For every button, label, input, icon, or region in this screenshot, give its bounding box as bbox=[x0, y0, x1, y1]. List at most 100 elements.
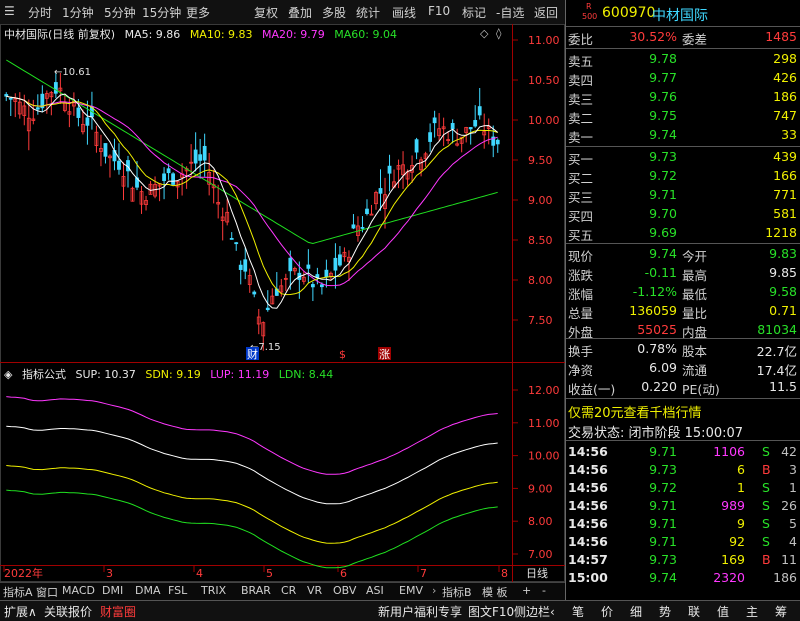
expand-button[interactable]: 扩展∧ bbox=[4, 603, 37, 620]
tick-time: 14:56 bbox=[568, 534, 608, 549]
ask-volume: 298 bbox=[773, 51, 797, 66]
candle-body bbox=[193, 149, 198, 164]
btn-f10[interactable]: F10 bbox=[428, 4, 450, 18]
indicator-tab[interactable]: DMA bbox=[135, 584, 161, 597]
bid-row: 买五 9.69 1218 bbox=[566, 224, 800, 243]
indicator-tab[interactable]: EMV bbox=[399, 584, 423, 597]
btn-overlay[interactable]: 叠加 bbox=[288, 4, 312, 21]
promo-row[interactable]: 仅需20元查看千档行情 bbox=[566, 401, 800, 421]
settings-diamond-icon[interactable]: ◇ bbox=[480, 27, 488, 40]
indicator-tab[interactable]: OBV bbox=[333, 584, 356, 597]
indicator-tab[interactable]: VR bbox=[307, 584, 322, 597]
side-tool-button[interactable]: 价 bbox=[601, 603, 613, 620]
side-tool-button[interactable]: 主 bbox=[746, 603, 758, 620]
event-marker-label[interactable]: $ bbox=[339, 348, 346, 361]
side-tool-button[interactable]: 筹 bbox=[775, 603, 787, 620]
period-label[interactable]: 日线 bbox=[526, 566, 548, 580]
ask-label: 卖一 bbox=[568, 130, 594, 145]
indicator-tab[interactable]: BRAR bbox=[241, 584, 271, 597]
related-quotes-button[interactable]: 关联报价 bbox=[44, 603, 92, 620]
indicator-tab[interactable]: FSL bbox=[168, 584, 187, 597]
indicator-tab[interactable]: DMI bbox=[102, 584, 123, 597]
side-tool-button[interactable]: 势 bbox=[659, 603, 671, 620]
stat-value: -0.11 bbox=[644, 265, 677, 280]
price-tick: 8.50 bbox=[528, 234, 553, 247]
indicator-tab-right[interactable]: + bbox=[522, 584, 531, 597]
tab-more[interactable]: 更多 bbox=[186, 4, 210, 21]
indicator-tab[interactable]: TRIX bbox=[201, 584, 226, 597]
tab-5min[interactable]: 5分钟 bbox=[104, 4, 136, 21]
ask-volume: 747 bbox=[773, 108, 797, 123]
indicator-tab[interactable]: 指标A bbox=[3, 584, 33, 600]
btn-adjust[interactable]: 复权 bbox=[254, 4, 278, 21]
tick-side: S bbox=[762, 534, 770, 549]
stat-value: 136059 bbox=[629, 303, 677, 318]
stat-row: 总量 136059 量比 0.71 bbox=[568, 303, 797, 321]
tab-15min[interactable]: 15分钟 bbox=[142, 4, 181, 21]
bid-row: 买四 9.70 581 bbox=[566, 205, 800, 224]
btn-mark[interactable]: 标记 bbox=[462, 4, 486, 21]
menu-icon[interactable]: ☰ bbox=[4, 4, 15, 18]
ask-row: 卖三 9.76 186 bbox=[566, 88, 800, 107]
tick-side: S bbox=[762, 444, 770, 459]
collapse-icon[interactable]: ◊ bbox=[496, 27, 501, 40]
indicator-tick: 8.00 bbox=[528, 515, 553, 528]
promo-text[interactable]: 仅需20元查看千档行情 bbox=[568, 402, 702, 421]
stat-value: -1.12% bbox=[632, 284, 677, 299]
indicator-tab[interactable]: CR bbox=[281, 584, 296, 597]
tick-count: 11 bbox=[781, 552, 797, 567]
bid-label: 买一 bbox=[568, 152, 594, 167]
indicator-toggle-icon[interactable]: ◈ bbox=[4, 368, 12, 381]
indicator-tab-right[interactable]: 模 板 bbox=[482, 584, 508, 600]
tab-1min[interactable]: 1分钟 bbox=[62, 4, 94, 21]
tab-intraday[interactable]: 分时 bbox=[28, 4, 52, 21]
side-tool-button[interactable]: 联 bbox=[688, 603, 700, 620]
side-tool-button[interactable]: 细 bbox=[630, 603, 642, 620]
event-marker-label[interactable]: 财 bbox=[247, 347, 258, 361]
bid-label: 买五 bbox=[568, 228, 594, 243]
side-tool-button[interactable]: 值 bbox=[717, 603, 729, 620]
stat-value: 9.58 bbox=[769, 284, 797, 299]
x-axis-label: 2022年 bbox=[4, 566, 43, 580]
candle-body bbox=[468, 127, 473, 130]
indicator-tab[interactable]: 窗口 bbox=[36, 584, 58, 600]
btn-back[interactable]: 返回 bbox=[534, 4, 558, 21]
tick-side: S bbox=[762, 480, 770, 495]
event-marker-label[interactable]: 涨 bbox=[379, 348, 390, 361]
tab-scroll-icon[interactable]: › bbox=[432, 584, 436, 597]
btn-multistock[interactable]: 多股 bbox=[322, 4, 346, 21]
lup-line bbox=[6, 396, 498, 475]
tick-volume: 92 bbox=[729, 534, 745, 549]
indicator-tab[interactable]: ASI bbox=[366, 584, 384, 597]
indicator-tab[interactable]: MACD bbox=[62, 584, 95, 597]
btn-draw[interactable]: 画线 bbox=[392, 4, 416, 21]
btn-stats[interactable]: 统计 bbox=[356, 4, 380, 21]
ask-row: 卖四 9.77 426 bbox=[566, 69, 800, 88]
tick-count: 1 bbox=[789, 480, 797, 495]
candle-body bbox=[202, 145, 207, 161]
new-user-promo[interactable]: 新用户福利专享 bbox=[378, 603, 462, 620]
indicator-tick: 12.00 bbox=[528, 384, 560, 397]
indicator-tab-right[interactable]: 指标B bbox=[442, 584, 472, 600]
candle-body bbox=[351, 224, 356, 229]
stat-row: 涨跌 -0.11 最高 9.85 bbox=[568, 265, 797, 283]
indicator-tab-right[interactable]: - bbox=[542, 584, 546, 597]
f10-graphic-button[interactable]: 图文F10 bbox=[468, 603, 514, 620]
wealth-circle-button[interactable]: 财富圈 bbox=[100, 603, 136, 620]
kline-chart[interactable]: 11.00 10.50 10.00 9.50 9.00 8.50 8.00 7.50 12.00… bbox=[0, 24, 565, 582]
trade-status-row: 交易状态: 闭市阶段 15:00:07 bbox=[566, 421, 800, 441]
tick-volume: 1 bbox=[737, 480, 745, 495]
sup-label: SUP: 10.37 bbox=[75, 368, 136, 381]
side-tool-button[interactable]: 笔 bbox=[572, 603, 584, 620]
candle-body bbox=[166, 168, 171, 174]
bid-label: 买二 bbox=[568, 171, 594, 186]
price-tick: 7.50 bbox=[528, 314, 553, 327]
tick-price: 9.72 bbox=[649, 480, 677, 495]
index-badge: 500 bbox=[582, 12, 598, 21]
ask-price: 9.76 bbox=[649, 89, 677, 104]
sidebar-button[interactable]: 侧边栏‹ bbox=[514, 603, 555, 620]
indicator-name[interactable]: 指标公式 bbox=[22, 368, 66, 381]
bid-volume: 439 bbox=[773, 149, 797, 164]
btn-watchlist[interactable]: -自选 bbox=[496, 4, 524, 21]
candle-body bbox=[477, 106, 482, 116]
